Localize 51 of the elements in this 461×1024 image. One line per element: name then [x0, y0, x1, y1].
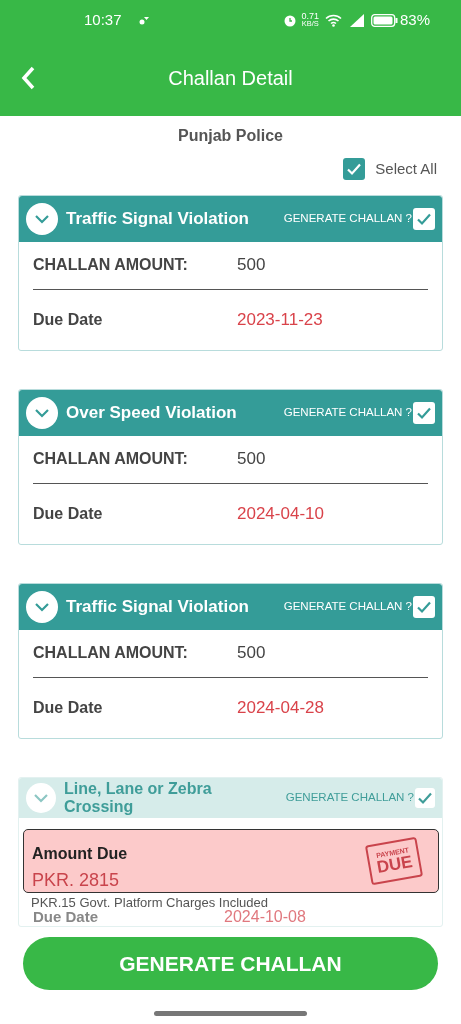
amount-value: 500	[237, 448, 266, 471]
amount-value: 500	[237, 254, 266, 277]
battery-icon	[370, 13, 398, 27]
generate-challan-label: GENERATE CHALLAN ?	[283, 404, 412, 420]
network-speed: 0.71	[301, 12, 319, 20]
due-date-value: 2024-04-28	[237, 696, 324, 719]
due-date-label: Due Date	[33, 503, 104, 524]
card-header[interactable]: Traffic Signal Violation GENERATE CHALLAN ?	[19, 195, 442, 242]
charges-note: PKR.15 Govt. Platform Charges Included	[31, 895, 268, 910]
generate-challan-label: GENERATE CHALLAN ?	[285, 789, 414, 805]
amount-value: 500	[237, 642, 266, 665]
due-date-value: 2024-04-10	[237, 502, 324, 525]
checkbox[interactable]	[415, 787, 435, 808]
amount-due-value: PKR. 2815	[32, 869, 120, 892]
card-header[interactable]: Line, Lane or Zebra Crossing GENERATE CHALLAN ?	[19, 777, 442, 818]
amount-label: CHALLAN AMOUNT:	[33, 449, 189, 469]
violation-title: Over Speed Violation	[66, 401, 238, 424]
card-header[interactable]: Traffic Signal Violation GENERATE CHALLAN ?	[19, 583, 442, 630]
status-time: 10:37	[84, 9, 122, 30]
chevron-down-icon[interactable]	[26, 590, 58, 623]
wifi-icon	[324, 13, 342, 27]
checkbox[interactable]	[343, 158, 366, 181]
chevron-down-icon[interactable]	[26, 202, 58, 235]
page-title: Challan Detail	[167, 66, 294, 91]
alarm-icon	[283, 13, 298, 27]
amount-due-label: Amount Due	[32, 844, 128, 864]
generate-challan-label: GENERATE CHALLAN ?	[283, 210, 412, 226]
violation-title: Line, Lane or Zebra Crossing	[64, 779, 213, 816]
card-header[interactable]: Over Speed Violation GENERATE CHALLAN ?	[19, 389, 442, 436]
due-date-label: Due Date	[33, 309, 104, 330]
chevron-down-icon[interactable]	[26, 396, 58, 429]
due-date-value: 2023-11-23	[237, 308, 323, 331]
generate-challan-label: GENERATE CHALLAN ?	[283, 598, 412, 614]
chevron-down-icon[interactable]	[26, 782, 56, 813]
due-date-label: Due Date	[33, 697, 104, 718]
amount-label: CHALLAN AMOUNT:	[33, 255, 189, 275]
signal-icon	[349, 13, 364, 27]
due-date-value: 2024-10-08	[224, 907, 306, 926]
check-icon	[346, 161, 363, 178]
agency-name: Punjab Police	[177, 126, 284, 146]
amount-label: CHALLAN AMOUNT:	[33, 643, 189, 663]
battery-percent: 83%	[399, 9, 430, 30]
checkbox[interactable]	[413, 595, 435, 618]
violation-title: Traffic Signal Violation	[66, 207, 250, 230]
generate-challan-button[interactable]: GENERATE CHALLAN	[23, 937, 438, 990]
violation-title: Traffic Signal Violation	[66, 595, 250, 618]
due-date-label: Due Date	[33, 907, 99, 926]
notification-icon	[138, 15, 149, 25]
checkbox[interactable]	[413, 401, 435, 424]
select-all-label: Select All	[375, 159, 437, 179]
checkbox[interactable]	[413, 207, 435, 230]
